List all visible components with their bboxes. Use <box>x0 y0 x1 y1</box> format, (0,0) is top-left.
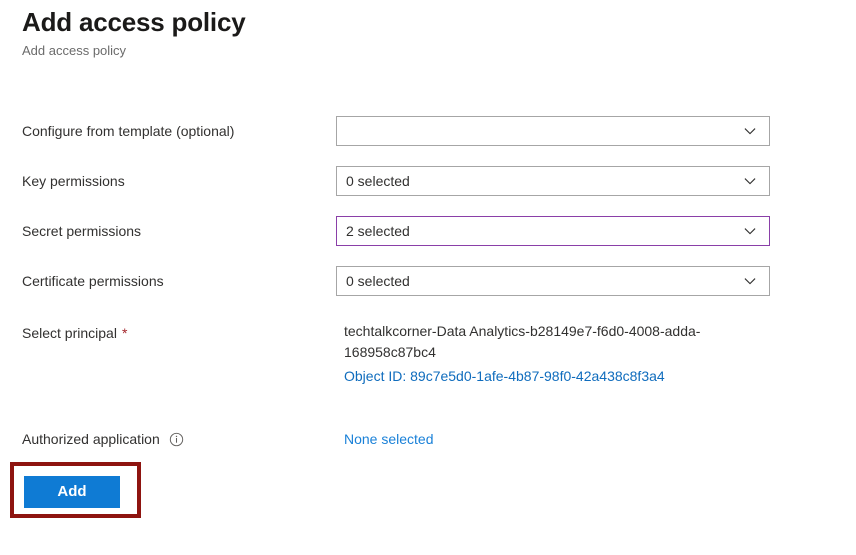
form-row-select-principal: Select principal * techtalkcorner-Data A… <box>0 313 856 417</box>
dropdown-value: 0 selected <box>346 173 410 189</box>
required-asterisk: * <box>121 325 128 341</box>
add-button[interactable]: Add <box>24 476 120 508</box>
authorized-application-value[interactable]: None selected <box>344 429 434 449</box>
chevron-down-icon <box>744 128 756 135</box>
dropdown-value: 2 selected <box>346 223 410 239</box>
principal-name: techtalkcorner-Data Analytics-b28149e7-f… <box>344 323 701 360</box>
access-policy-form: Configure from template (optional) Key p… <box>0 113 856 467</box>
label-text: Authorized application <box>22 431 160 447</box>
form-row-secret-permissions: Secret permissions 2 selected <box>0 213 856 263</box>
dropdown-configure-from-template[interactable] <box>336 116 770 146</box>
page-title: Add access policy <box>22 7 246 37</box>
dropdown-secret-permissions[interactable]: 2 selected <box>336 216 770 246</box>
selected-principal[interactable]: techtalkcorner-Data Analytics-b28149e7-f… <box>344 321 774 387</box>
dropdown-value: 0 selected <box>346 273 410 289</box>
page-header: Add access policy Add access policy <box>22 6 622 60</box>
form-row-authorized-application: Authorized application None selected <box>0 417 856 467</box>
dropdown-certificate-permissions[interactable]: 0 selected <box>336 266 770 296</box>
chevron-down-icon <box>744 278 756 285</box>
page-subtitle: Add access policy <box>22 43 127 58</box>
label-text: Secret permissions <box>22 223 142 239</box>
info-icon[interactable] <box>169 432 184 447</box>
label-text: Certificate permissions <box>22 273 164 289</box>
label-configure-from-template: Configure from template (optional) <box>22 121 234 141</box>
chevron-down-icon <box>744 178 756 185</box>
info-icon-glyph <box>169 432 183 446</box>
label-key-permissions: Key permissions <box>22 171 125 191</box>
form-row-configure-from-template: Configure from template (optional) <box>0 113 856 163</box>
label-secret-permissions: Secret permissions <box>22 221 141 241</box>
label-select-principal: Select principal * <box>22 323 127 343</box>
label-certificate-permissions: Certificate permissions <box>22 271 164 291</box>
principal-object-id[interactable]: Object ID: 89c7e5d0-1afe-4b87-98f0-42a43… <box>344 366 774 387</box>
chevron-down-icon <box>744 228 756 235</box>
label-text: Configure from template (optional) <box>22 123 235 139</box>
label-authorized-application: Authorized application <box>22 429 184 449</box>
label-text: Select principal <box>22 325 117 341</box>
form-row-certificate-permissions: Certificate permissions 0 selected <box>0 263 856 313</box>
form-row-key-permissions: Key permissions 0 selected <box>0 163 856 213</box>
dropdown-key-permissions[interactable]: 0 selected <box>336 166 770 196</box>
label-text: Key permissions <box>22 173 125 189</box>
